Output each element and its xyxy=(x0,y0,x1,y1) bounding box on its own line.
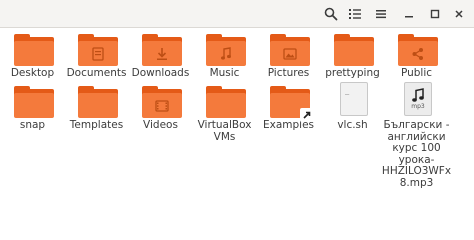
videos-folder-icon xyxy=(142,86,182,118)
item-label: Videos xyxy=(143,119,178,131)
maximize-button[interactable] xyxy=(424,4,446,24)
folder-item-prettyping[interactable]: prettyping xyxy=(322,34,386,80)
audio-file-icon: mp3 xyxy=(404,82,432,116)
item-label: Български - английски курс 100 урока-HHZ… xyxy=(381,119,452,189)
item-label: snap xyxy=(19,119,46,131)
search-button[interactable] xyxy=(320,4,342,24)
folder-icon xyxy=(14,86,54,118)
item-label: Desktop xyxy=(10,67,55,79)
folder-item-pictures[interactable]: Pictures xyxy=(258,34,322,80)
folder-item-templates[interactable]: Templates xyxy=(66,86,130,132)
item-label: prettyping xyxy=(325,67,380,79)
item-label: vlc.sh xyxy=(337,119,368,131)
item-label: Templates xyxy=(69,119,124,131)
symlink-arrow-icon xyxy=(300,108,314,122)
item-label: Pictures xyxy=(267,67,310,79)
folder-icon xyxy=(334,34,374,66)
music-folder-icon xyxy=(206,34,246,66)
prompt-glyph: _ xyxy=(345,87,350,95)
close-button[interactable] xyxy=(448,4,470,24)
item-label: Documents xyxy=(66,67,127,79)
maximize-icon xyxy=(430,9,440,19)
folder-item-downloads[interactable]: Downloads xyxy=(130,34,194,80)
folder-item-documents[interactable]: Documents xyxy=(66,34,130,80)
headerbar xyxy=(0,0,474,28)
pictures-folder-icon xyxy=(270,34,310,66)
menu-button[interactable] xyxy=(370,4,392,24)
minimize-button[interactable] xyxy=(398,4,420,24)
folder-item-examples[interactable]: Examples xyxy=(258,86,322,132)
item-label: Downloads xyxy=(131,67,190,79)
share-folder-icon xyxy=(398,34,438,66)
folder-icon xyxy=(78,86,118,118)
file-item-mp3[interactable]: mp3 Български - английски курс 100 урока… xyxy=(382,82,451,189)
script-file-icon: _ xyxy=(340,82,368,116)
file-item-vlc-sh[interactable]: _ vlc.sh xyxy=(322,82,386,132)
folder-item-public[interactable]: Public xyxy=(386,34,450,80)
close-icon xyxy=(455,10,463,18)
folder-item-desktop[interactable]: Desktop xyxy=(2,34,66,80)
file-grid: Desktop Documents Downloads Music Pictur… xyxy=(0,28,474,240)
minimize-icon xyxy=(405,16,413,18)
folder-icon xyxy=(14,34,54,66)
list-view-icon xyxy=(349,9,361,19)
folder-item-snap[interactable]: snap xyxy=(2,86,66,132)
menu-icon xyxy=(376,10,386,19)
folder-item-music[interactable]: Music xyxy=(194,34,258,80)
view-options-button[interactable] xyxy=(344,4,366,24)
folder-item-virtualbox-vms[interactable]: VirtualBox VMs xyxy=(194,86,258,143)
folder-item-videos[interactable]: Videos xyxy=(130,86,194,132)
download-folder-icon xyxy=(142,34,182,66)
item-label: Music xyxy=(209,67,240,79)
file-extension-label: mp3 xyxy=(411,103,425,110)
item-label: Public xyxy=(400,67,433,79)
documents-folder-icon xyxy=(78,34,118,66)
folder-link-icon xyxy=(270,86,314,122)
item-label: VirtualBox VMs xyxy=(197,119,252,143)
folder-icon xyxy=(206,86,246,118)
search-icon xyxy=(324,7,338,21)
